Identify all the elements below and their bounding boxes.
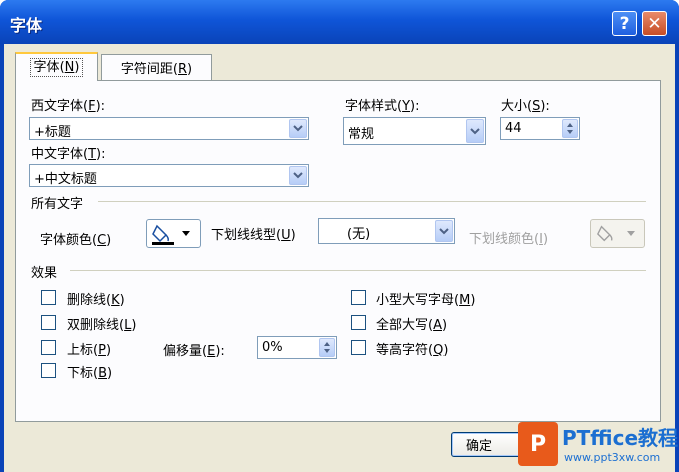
chevron-down-icon[interactable] xyxy=(435,220,453,242)
title-bar[interactable]: 字体 ? ✕ xyxy=(0,0,679,44)
font-style-label: 字体样式(Y): xyxy=(345,99,420,114)
subscript-checkbox[interactable] xyxy=(41,363,56,378)
all-caps-label: 全部大写(A) xyxy=(376,318,448,333)
help-button[interactable]: ? xyxy=(612,11,637,36)
triangle-down-icon xyxy=(627,231,635,236)
font-dialog: 字体 ? ✕ 字体(N) 字符间距(R) 西文字体(F): +标题 字体样式(Y… xyxy=(0,0,679,472)
strikethrough-checkbox[interactable] xyxy=(41,290,56,305)
subscript-label: 下标(B) xyxy=(67,366,113,381)
tab-font[interactable]: 字体(N) xyxy=(15,52,98,81)
small-caps-checkbox[interactable] xyxy=(351,290,366,305)
spinner-arrows-icon[interactable] xyxy=(562,119,578,138)
close-button[interactable]: ✕ xyxy=(642,11,667,36)
effects-group-label: 效果 xyxy=(31,266,58,281)
group-divider xyxy=(70,270,646,271)
underline-style-label: 下划线线型(U) xyxy=(211,228,296,243)
chevron-down-icon[interactable] xyxy=(289,119,307,138)
tab-character-spacing-label: 字符间距(R) xyxy=(120,62,193,77)
asian-font-label: 中文字体(T): xyxy=(31,147,106,162)
font-style-value: 常规 xyxy=(348,127,375,142)
underline-style-value: (无) xyxy=(347,227,371,242)
underline-color-button[interactable] xyxy=(590,219,645,248)
latin-font-value: +标题 xyxy=(34,125,71,140)
latin-font-label: 西文字体(F): xyxy=(31,99,106,114)
spinner-arrows-icon[interactable] xyxy=(319,338,335,357)
offset-label: 偏移量(E): xyxy=(163,344,225,359)
latin-font-combo[interactable]: +标题 xyxy=(29,117,309,140)
all-caps-checkbox[interactable] xyxy=(351,315,366,330)
dialog-title: 字体 xyxy=(10,16,43,35)
offset-value: 0% xyxy=(262,340,283,355)
offset-spinner[interactable]: 0% xyxy=(257,336,337,359)
chevron-down-icon[interactable] xyxy=(289,166,307,185)
asian-font-value: +中文标题 xyxy=(34,172,97,187)
watermark-title: PTffice教程网 xyxy=(562,426,679,450)
watermark-logo: P xyxy=(518,422,558,466)
font-size-label: 大小(S): xyxy=(501,99,550,114)
font-style-combo[interactable]: 常规 xyxy=(343,117,486,145)
all-text-group-label: 所有文字 xyxy=(31,197,84,212)
strikethrough-label: 删除线(K) xyxy=(67,293,125,308)
font-color-button[interactable] xyxy=(146,219,201,248)
tab-character-spacing[interactable]: 字符间距(R) xyxy=(101,54,212,80)
double-strikethrough-label: 双删除线(L) xyxy=(67,318,137,333)
superscript-label: 上标(P) xyxy=(67,343,112,358)
tab-font-label: 字体(N) xyxy=(29,58,84,77)
site-watermark: P PTffice教程网 www.ppt3xw.com xyxy=(518,420,679,472)
font-color-label: 字体颜色(C) xyxy=(40,233,112,248)
underline-color-label: 下划线颜色(I) xyxy=(469,232,549,247)
font-size-spinner[interactable]: 44 xyxy=(500,117,580,140)
superscript-checkbox[interactable] xyxy=(41,340,56,355)
double-strikethrough-checkbox[interactable] xyxy=(41,315,56,330)
font-size-value: 44 xyxy=(505,121,522,136)
equalize-height-label: 等高字符(Q) xyxy=(376,343,449,358)
group-divider xyxy=(98,201,646,202)
underline-style-combo[interactable]: (无) xyxy=(318,218,455,244)
ok-button-label: 确定 xyxy=(465,439,492,454)
watermark-url: www.ppt3xw.com xyxy=(564,451,661,464)
chevron-down-icon[interactable] xyxy=(466,119,484,143)
small-caps-label: 小型大写字母(M) xyxy=(376,293,476,308)
triangle-down-icon xyxy=(182,231,190,236)
paint-bucket-icon xyxy=(596,225,613,241)
asian-font-combo[interactable]: +中文标题 xyxy=(29,164,309,187)
equalize-height-checkbox[interactable] xyxy=(351,340,366,355)
paint-bucket-icon xyxy=(152,224,174,245)
